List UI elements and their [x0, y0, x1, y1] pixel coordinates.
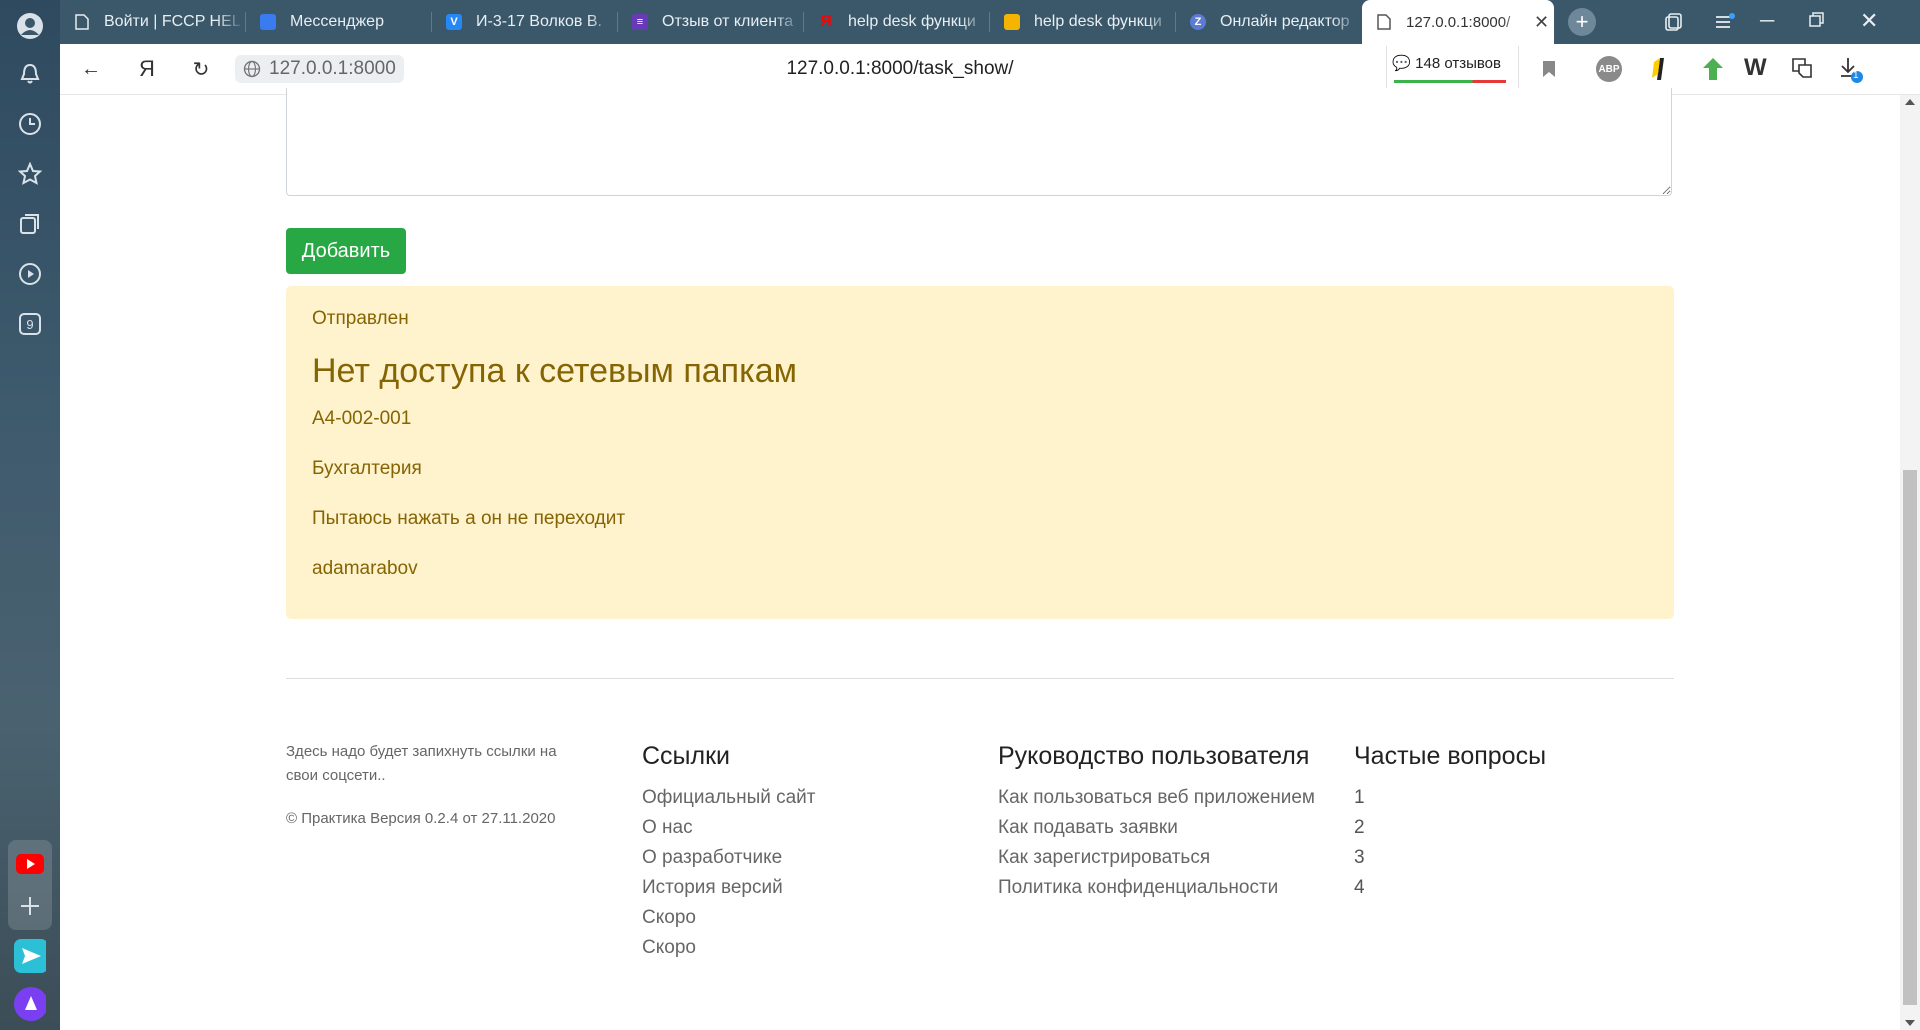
- comment-textarea[interactable]: [286, 88, 1672, 196]
- new-tab-icon[interactable]: +: [1568, 8, 1596, 36]
- download-arrow-icon[interactable]: [1700, 56, 1726, 87]
- yandex-icon: Я: [820, 13, 832, 30]
- footer-note: Здесь надо будет запихнуть ссылки на сво…: [286, 743, 557, 784]
- tab-messenger[interactable]: Мессенджер: [246, 0, 430, 44]
- tab-title: Онлайн редактор: [1220, 13, 1350, 30]
- tab-title: И-3-17 Волков В.: [476, 13, 602, 30]
- faq-link[interactable]: 3: [1354, 843, 1365, 873]
- footer-links-heading: Ссылки: [642, 742, 731, 770]
- scroll-up-icon[interactable]: [1905, 99, 1915, 105]
- tab-yandex-search[interactable]: Я help desk функци: [804, 0, 988, 44]
- reviews-count: 148 отзывов: [1415, 55, 1501, 72]
- notifications-icon[interactable]: [14, 58, 46, 90]
- tab-login[interactable]: Войти | FCCP HEL: [60, 0, 244, 44]
- downloads-badge: 1: [1853, 70, 1859, 81]
- browser-sidebar: 9: [0, 0, 60, 1030]
- add-button[interactable]: Добавить: [286, 228, 406, 274]
- scroll-down-icon[interactable]: [1905, 1020, 1915, 1026]
- guide-link[interactable]: Как пользоваться веб приложением: [998, 783, 1318, 813]
- task-description: Пытаюсь нажать а он не переходит: [312, 508, 626, 529]
- bookmarks-icon[interactable]: [14, 158, 46, 190]
- footer-link[interactable]: История версий: [642, 873, 816, 903]
- page-scrollbar[interactable]: [1900, 95, 1920, 1030]
- minimize-icon[interactable]: ─: [1760, 10, 1774, 33]
- tab-title: 127.0.0.1:8000/: [1406, 13, 1511, 31]
- footer-divider: [286, 678, 1674, 679]
- footer-link[interactable]: Скоро: [642, 933, 816, 963]
- tab-vk[interactable]: V И-3-17 Волков В.: [432, 0, 616, 44]
- yandex-ext-icon[interactable]: [1650, 56, 1674, 82]
- faq-link[interactable]: 2: [1354, 813, 1365, 843]
- footer-link[interactable]: О нас: [642, 813, 816, 843]
- task-department: Бухгалтерия: [312, 458, 422, 479]
- sidebar-badge-count: 9: [19, 313, 41, 335]
- form-icon: ≡: [632, 14, 648, 30]
- guide-link[interactable]: Политика конфиденциальности: [998, 873, 1318, 903]
- editor-icon: Z: [1190, 14, 1206, 30]
- adblock-icon[interactable]: ABP: [1596, 56, 1622, 82]
- reviews-widget[interactable]: 💬 148 отзывов: [1392, 54, 1510, 86]
- document-icon: [74, 14, 90, 30]
- youtube-icon[interactable]: [14, 848, 46, 880]
- footer-link[interactable]: Скоро: [642, 903, 816, 933]
- task-code: А4-002-001: [312, 408, 412, 429]
- restore-icon[interactable]: [1808, 12, 1824, 33]
- translate-icon[interactable]: [1790, 56, 1814, 85]
- tab-online-editor[interactable]: Z Онлайн редактор: [1176, 0, 1360, 44]
- tab-title: Отзыв от клиента: [662, 13, 794, 30]
- faq-link[interactable]: 1: [1354, 783, 1365, 813]
- add-panel-icon[interactable]: [14, 890, 46, 922]
- task-title: Нет доступа к сетевым папкам: [312, 352, 797, 390]
- tab-feedback[interactable]: ≡ Отзыв от клиента: [618, 0, 802, 44]
- footer-links-list: Официальный сайт О нас О разработчике Ис…: [642, 783, 816, 963]
- tab-title: help desk функци: [1034, 13, 1162, 30]
- document-icon: [1376, 14, 1392, 30]
- send-app-icon[interactable]: [14, 939, 46, 973]
- vk-icon: V: [446, 14, 462, 30]
- footer-faq-heading: Частые вопросы: [1354, 742, 1547, 770]
- footer-guide-heading: Руководство пользователя: [998, 742, 1310, 770]
- history-icon[interactable]: [14, 108, 46, 140]
- tab-title: Мессенджер: [290, 13, 384, 30]
- tab-panel-icon[interactable]: [1664, 12, 1684, 37]
- collections-icon[interactable]: [14, 208, 46, 240]
- tab-title: help desk функци: [848, 13, 976, 30]
- faq-link[interactable]: 4: [1354, 873, 1365, 903]
- images-icon: [1004, 14, 1020, 30]
- tab-task-show[interactable]: 127.0.0.1:8000/ ✕: [1362, 0, 1554, 44]
- tab-title: Войти | FCCP HEL: [104, 13, 241, 30]
- footer-guide-list: Как пользоваться веб приложением Как под…: [998, 783, 1318, 903]
- alice-icon[interactable]: [14, 987, 46, 1021]
- tab-strip: Войти | FCCP HEL Мессенджер V И-3-17 Вол…: [60, 0, 1920, 44]
- footer-link[interactable]: О разработчике: [642, 843, 816, 873]
- footer-link[interactable]: Официальный сайт: [642, 783, 816, 813]
- guide-link[interactable]: Как подавать заявки: [998, 813, 1318, 843]
- task-user: adamarabov: [312, 558, 418, 579]
- footer-copyright: © Практика Версия 0.2.4 от 27.11.2020: [286, 810, 556, 827]
- downloads-icon[interactable]: 1: [1838, 56, 1864, 89]
- menu-icon[interactable]: [1714, 12, 1736, 37]
- close-window-icon[interactable]: ✕: [1860, 8, 1878, 34]
- messenger-icon: [260, 14, 276, 30]
- tab-yandex-images[interactable]: help desk функци: [990, 0, 1174, 44]
- scrollbar-thumb[interactable]: [1903, 470, 1917, 1005]
- guide-link[interactable]: Как зарегистрироваться: [998, 843, 1318, 873]
- bookmark-icon[interactable]: [1542, 60, 1556, 83]
- wikipedia-icon[interactable]: W: [1744, 54, 1767, 82]
- video-icon[interactable]: [14, 258, 46, 290]
- profile-icon[interactable]: [14, 10, 46, 42]
- counter-badge-icon[interactable]: 9: [14, 308, 46, 340]
- footer-faq-list: 1 2 3 4: [1354, 783, 1365, 903]
- speech-bubble-icon: 💬: [1392, 55, 1411, 72]
- task-card: Отправлен Нет доступа к сетевым папкам А…: [286, 286, 1674, 619]
- task-status: Отправлен: [312, 308, 409, 329]
- close-tab-icon[interactable]: ✕: [1534, 12, 1549, 33]
- page-content: Добавить Отправлен Нет доступа к сетевым…: [60, 88, 1900, 1030]
